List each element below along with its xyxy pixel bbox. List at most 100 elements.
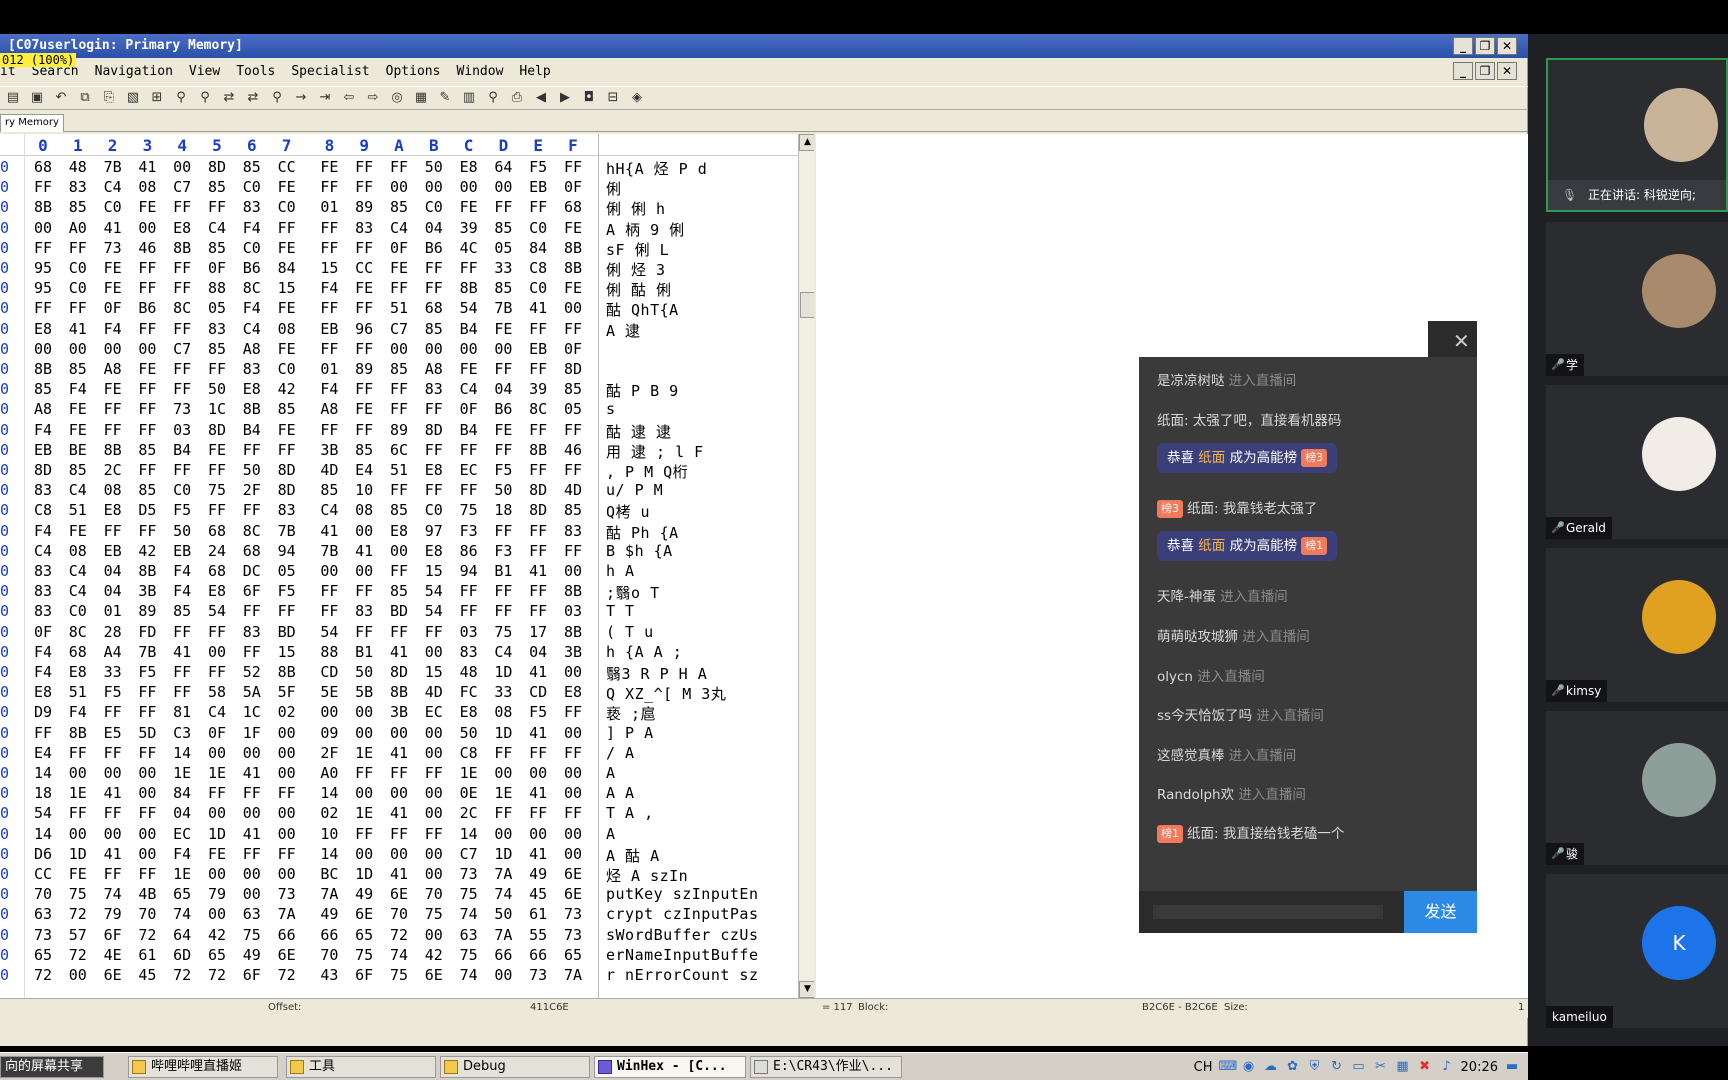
hex-byte[interactable]: E8 [454, 158, 484, 176]
hex-byte[interactable]: 8D [384, 663, 414, 681]
hex-byte[interactable]: E8 [28, 320, 58, 338]
close-icon[interactable]: ✕ [1453, 329, 1470, 353]
text-column[interactable]: A A [606, 784, 796, 802]
text-column[interactable]: h A [606, 562, 796, 580]
hex-byte[interactable]: 41 [98, 219, 128, 237]
hex-byte[interactable]: FF [558, 744, 588, 762]
task-explorer[interactable]: E:\CR43\作业\... [750, 1056, 902, 1078]
hex-byte[interactable]: 66 [488, 946, 518, 964]
hex-byte[interactable]: 8B [237, 400, 267, 418]
hex-byte[interactable]: 5B [349, 683, 379, 701]
text-column[interactable]: sF 俐 L [606, 239, 796, 260]
hex-byte[interactable]: 00 [98, 764, 128, 782]
hex-byte[interactable]: 6D [167, 946, 197, 964]
hex-byte[interactable]: FF [523, 582, 553, 600]
hex-byte[interactable]: 42 [202, 926, 232, 944]
hex-byte[interactable]: 72 [167, 966, 197, 984]
hex-byte[interactable]: 00 [237, 744, 267, 762]
hex-byte[interactable]: 0F [558, 340, 588, 358]
hex-byte[interactable]: 00 [237, 865, 267, 883]
text-column[interactable]: B $h {A [606, 542, 796, 560]
hex-byte[interactable]: 00 [454, 178, 484, 196]
hex-byte[interactable]: 55 [523, 926, 553, 944]
hex-byte[interactable]: 2C [454, 804, 484, 822]
hex-byte[interactable]: 00 [98, 340, 128, 358]
hex-byte[interactable]: 04 [167, 804, 197, 822]
hex-row[interactable]: 0 8B 85 A8 FE FF FF 83 C0 01 89 85 A8 FE FF FF 8D [0, 360, 798, 380]
hex-byte[interactable]: 73 [523, 966, 553, 984]
hex-byte[interactable]: 54 [202, 602, 232, 620]
hex-row[interactable]: 0 EB BE 8B 85 B4 FE FF FF 3B 85 6C FF FF FF 8B 46 用 逮 ; l… [0, 441, 798, 461]
hex-byte[interactable]: FE [63, 865, 93, 883]
hex-byte[interactable]: 50 [202, 380, 232, 398]
hex-row[interactable]: 0 00 A0 41 00 E8 C4 F4 FF FF 83 C4 04 39 85 C0 FE A 柄 9 … [0, 219, 798, 239]
hex-byte[interactable]: 00 [63, 764, 93, 782]
hex-byte[interactable]: 00 [132, 764, 162, 782]
hex-byte[interactable]: 1E [454, 764, 484, 782]
hex-byte[interactable]: 00 [237, 804, 267, 822]
hex-byte[interactable]: 10 [314, 825, 344, 843]
hex-byte[interactable]: 00 [28, 219, 58, 237]
hex-byte[interactable]: 00 [384, 845, 414, 863]
hex-byte[interactable]: FE [202, 845, 232, 863]
mdi-minimize-button[interactable]: _ [1453, 62, 1473, 80]
task-tools-folder[interactable]: 工具 [286, 1056, 436, 1078]
hex-byte[interactable]: 8B [98, 441, 128, 459]
hex-byte[interactable]: 41 [523, 562, 553, 580]
hex-byte[interactable]: 09 [314, 724, 344, 742]
hex-byte[interactable]: 5E [314, 683, 344, 701]
participant-tile[interactable]: Kkameiluo [1546, 874, 1728, 1028]
hex-byte[interactable]: FF [349, 825, 379, 843]
hex-byte[interactable]: A8 [237, 340, 267, 358]
hex-byte[interactable]: C0 [272, 360, 302, 378]
hex-byte[interactable]: 41 [98, 845, 128, 863]
hex-byte[interactable]: FF [558, 461, 588, 479]
menu-item[interactable]: Specialist [291, 62, 369, 82]
hex-byte[interactable]: FE [314, 158, 344, 176]
hex-byte[interactable]: FF [28, 178, 58, 196]
hex-byte[interactable]: FF [167, 683, 197, 701]
hex-byte[interactable]: C7 [167, 340, 197, 358]
hex-byte[interactable]: 74 [454, 966, 484, 984]
hex-byte[interactable]: 14 [454, 825, 484, 843]
hex-byte[interactable]: 00 [28, 340, 58, 358]
hex-byte[interactable]: F4 [237, 219, 267, 237]
text-column[interactable]: 酤 P B 9 [606, 380, 796, 401]
hex-byte[interactable]: FF [132, 865, 162, 883]
hex-byte[interactable]: 41 [523, 784, 553, 802]
text-column[interactable]: / A [606, 744, 796, 762]
hex-byte[interactable]: 42 [132, 542, 162, 560]
hex-byte[interactable]: FF [314, 602, 344, 620]
text-column[interactable]: A 柄 9 俐 [606, 219, 796, 240]
hex-byte[interactable]: 08 [63, 542, 93, 560]
hex-byte[interactable]: CD [523, 683, 553, 701]
text-column[interactable]: ] P A [606, 724, 796, 742]
hex-byte[interactable]: B4 [237, 421, 267, 439]
hex-byte[interactable]: 54 [454, 299, 484, 317]
hex-byte[interactable]: 00 [558, 845, 588, 863]
language-indicator[interactable]: CH [1194, 1060, 1213, 1075]
menu-item[interactable]: Tools [236, 62, 275, 82]
hex-byte[interactable]: 85 [384, 360, 414, 378]
hex-byte[interactable]: 74 [454, 905, 484, 923]
hex-byte[interactable]: C0 [419, 501, 449, 519]
mdi-restore-button[interactable]: ❐ [1475, 62, 1495, 80]
hex-row[interactable]: 0 73 57 6F 72 64 42 75 66 66 65 72 00 63 7A 55 73 sWordBu… [0, 926, 798, 946]
hex-byte[interactable]: 10 [349, 481, 379, 499]
hex-byte[interactable]: 73 [558, 905, 588, 923]
hex-byte[interactable]: 1D [202, 825, 232, 843]
hex-byte[interactable]: 33 [98, 663, 128, 681]
hex-byte[interactable]: 85 [63, 360, 93, 378]
hex-row[interactable]: 0 00 00 00 00 C7 85 A8 FE FF FF 00 00 00 00 EB 0F [0, 340, 798, 360]
hex-byte[interactable]: 64 [167, 926, 197, 944]
hex-byte[interactable]: 6E [558, 885, 588, 903]
hex-byte[interactable]: C0 [237, 239, 267, 257]
hex-row[interactable]: 0 8B 85 C0 FE FF FF 83 C0 01 89 85 C0 FE FF FF 68 俐 俐 h [0, 198, 798, 218]
hex-byte[interactable]: 85 [349, 441, 379, 459]
hex-byte[interactable]: EB [167, 542, 197, 560]
hex-byte[interactable]: FF [488, 360, 518, 378]
hex-byte[interactable]: FF [132, 259, 162, 277]
hex-byte[interactable]: 7A [314, 885, 344, 903]
hex-row[interactable]: 0 70 75 74 4B 65 79 00 73 7A 49 6E 70 75 74 45 6E putKey … [0, 885, 798, 905]
hex-byte[interactable]: 89 [349, 198, 379, 216]
